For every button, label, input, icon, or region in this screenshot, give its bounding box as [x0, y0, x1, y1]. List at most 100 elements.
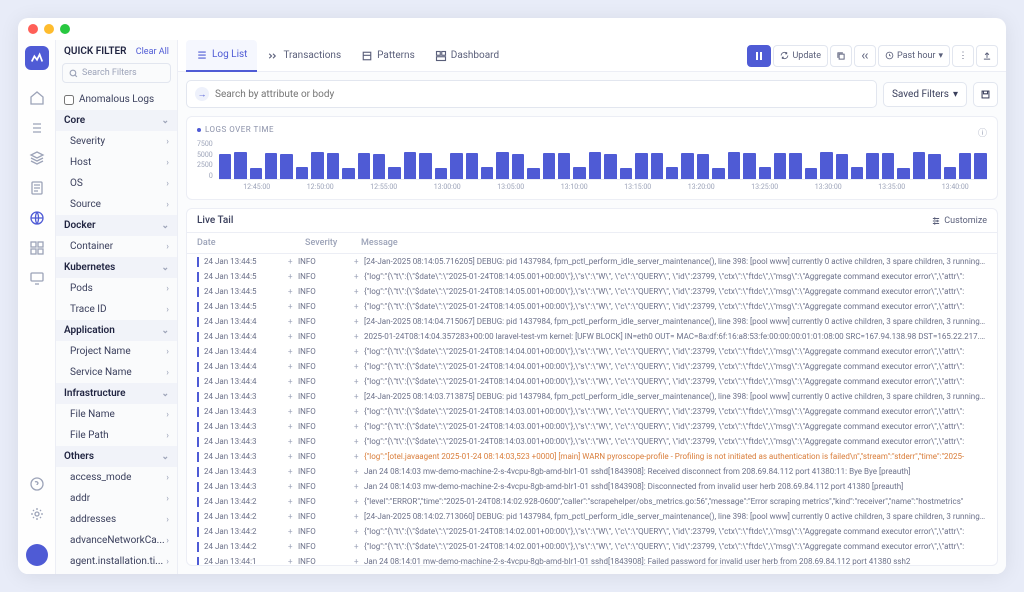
maximize-dot[interactable]	[60, 24, 70, 34]
bar[interactable]	[358, 153, 370, 179]
bar[interactable]	[959, 153, 971, 179]
filter-group-others[interactable]: Others⌄	[56, 446, 177, 467]
export-button[interactable]	[976, 45, 998, 67]
filter-item[interactable]: OS›	[56, 173, 177, 194]
filter-item[interactable]: Project Name›	[56, 341, 177, 362]
log-row[interactable]: 24 Jan 13:44:4+INFO+[24-Jan-2025 08:14:0…	[187, 314, 997, 329]
log-row[interactable]: 24 Jan 13:44:5+INFO+[24-Jan-2025 08:14:0…	[187, 254, 997, 269]
filter-search[interactable]: Search Filters	[62, 63, 171, 83]
log-row[interactable]: 24 Jan 13:44:4+INFO+{"log":"{\"t\":{\"$d…	[187, 344, 997, 359]
bar[interactable]	[573, 167, 585, 179]
bar[interactable]	[234, 152, 246, 179]
bar[interactable]	[851, 167, 863, 179]
bar[interactable]	[558, 153, 570, 179]
filter-item[interactable]: Service Name›	[56, 362, 177, 383]
log-row[interactable]: 24 Jan 13:44:3+INFO+{"log":"{\"t\":{\"$d…	[187, 419, 997, 434]
bar[interactable]	[897, 168, 909, 179]
bar[interactable]	[759, 167, 771, 179]
bar[interactable]	[820, 152, 832, 179]
bar[interactable]	[280, 154, 292, 179]
log-row[interactable]: 24 Jan 13:44:5+INFO+{"log":"{\"t\":{\"$d…	[187, 299, 997, 314]
bar[interactable]	[496, 152, 508, 179]
log-row[interactable]: 24 Jan 13:44:4+INFO+{"log":"{\"t\":{\"$d…	[187, 374, 997, 389]
more-button[interactable]: ⋮	[952, 45, 974, 67]
logo[interactable]	[25, 46, 49, 70]
bar[interactable]	[543, 153, 555, 179]
bar[interactable]	[620, 168, 632, 179]
bar[interactable]	[327, 153, 339, 179]
filter-item[interactable]: Severity›	[56, 131, 177, 152]
anomalous-checkbox[interactable]: Anomalous Logs	[56, 89, 177, 110]
filter-item[interactable]: Container›	[56, 236, 177, 257]
log-row[interactable]: 24 Jan 13:44:5+INFO+{"log":"{\"t\":{\"$d…	[187, 269, 997, 284]
bar[interactable]	[404, 152, 416, 179]
bar[interactable]	[250, 168, 262, 179]
tab-log-list[interactable]: Log List	[186, 40, 257, 72]
tab-transactions[interactable]: Transactions	[257, 40, 351, 72]
filter-item[interactable]: advanceNetworkCa...›	[56, 530, 177, 551]
bar[interactable]	[681, 153, 693, 179]
bar[interactable]	[219, 154, 231, 179]
filter-group-kubernetes[interactable]: Kubernetes⌄	[56, 257, 177, 278]
tab-dashboard[interactable]: Dashboard	[425, 40, 509, 72]
bar[interactable]	[527, 168, 539, 179]
filter-item[interactable]: addr›	[56, 488, 177, 509]
clear-all-link[interactable]: Clear All	[136, 47, 169, 57]
update-button[interactable]: Update	[773, 45, 828, 67]
user-avatar[interactable]	[26, 544, 48, 566]
bar[interactable]	[974, 153, 986, 179]
bar[interactable]	[728, 152, 740, 179]
gear-icon[interactable]	[29, 506, 45, 522]
list-icon[interactable]	[29, 120, 45, 136]
col-severity[interactable]: Severity	[305, 238, 361, 248]
bar[interactable]	[604, 154, 616, 179]
filter-item[interactable]: Pods›	[56, 278, 177, 299]
bar[interactable]	[388, 167, 400, 179]
monitor-icon[interactable]	[29, 270, 45, 286]
bar[interactable]	[635, 153, 647, 179]
help-icon[interactable]	[29, 476, 45, 492]
info-icon[interactable]: ⓘ	[978, 126, 987, 139]
log-row[interactable]: 24 Jan 13:44:3+INFO+Jan 24 08:14:03 mw-d…	[187, 464, 997, 479]
customize-button[interactable]: Customize	[931, 216, 987, 226]
bar[interactable]	[651, 153, 663, 179]
filter-item[interactable]: Source›	[56, 194, 177, 215]
minimize-dot[interactable]	[44, 24, 54, 34]
home-icon[interactable]	[29, 90, 45, 106]
bar[interactable]	[805, 168, 817, 179]
log-row[interactable]: 24 Jan 13:44:5+INFO+{"log":"{\"t\":{\"$d…	[187, 284, 997, 299]
search-input[interactable]	[215, 89, 868, 100]
bar[interactable]	[697, 154, 709, 179]
bar[interactable]	[666, 167, 678, 179]
col-date[interactable]: Date	[197, 238, 293, 248]
bar[interactable]	[789, 153, 801, 179]
collapse-button[interactable]	[854, 45, 876, 67]
globe-icon[interactable]	[29, 210, 45, 226]
search-box[interactable]: →	[186, 80, 877, 108]
log-row[interactable]: 24 Jan 13:44:2+INFO+{"log":"{\"t\":{\"$d…	[187, 524, 997, 539]
pause-button[interactable]	[747, 45, 771, 67]
grid-icon[interactable]	[29, 240, 45, 256]
tab-patterns[interactable]: Patterns	[351, 40, 425, 72]
bar[interactable]	[481, 167, 493, 179]
log-row[interactable]: 24 Jan 13:44:3+INFO+Jan 24 08:14:03 mw-d…	[187, 479, 997, 494]
filter-item[interactable]: agent.installation.ti...›	[56, 551, 177, 572]
copy-button[interactable]	[830, 45, 852, 67]
bar[interactable]	[928, 154, 940, 179]
filter-item[interactable]: access_mode›	[56, 467, 177, 488]
bar[interactable]	[466, 153, 478, 179]
bar[interactable]	[913, 152, 925, 179]
layers-icon[interactable]	[29, 150, 45, 166]
log-row[interactable]: 24 Jan 13:44:3+INFO+[24-Jan-2025 08:14:0…	[187, 389, 997, 404]
filter-item[interactable]: File Path›	[56, 425, 177, 446]
log-row[interactable]: 24 Jan 13:44:2+INFO+{"level":"ERROR","ti…	[187, 494, 997, 509]
filter-item[interactable]: addresses›	[56, 509, 177, 530]
bar[interactable]	[296, 167, 308, 179]
filter-group-infrastructure[interactable]: Infrastructure⌄	[56, 383, 177, 404]
log-row[interactable]: 24 Jan 13:44:2+INFO+[24-Jan-2025 08:14:0…	[187, 509, 997, 524]
bar[interactable]	[774, 153, 786, 179]
filter-item[interactable]: Host›	[56, 152, 177, 173]
doc-icon[interactable]	[29, 180, 45, 196]
filter-item[interactable]: AgentVersion›	[56, 572, 177, 574]
bar[interactable]	[712, 168, 724, 179]
